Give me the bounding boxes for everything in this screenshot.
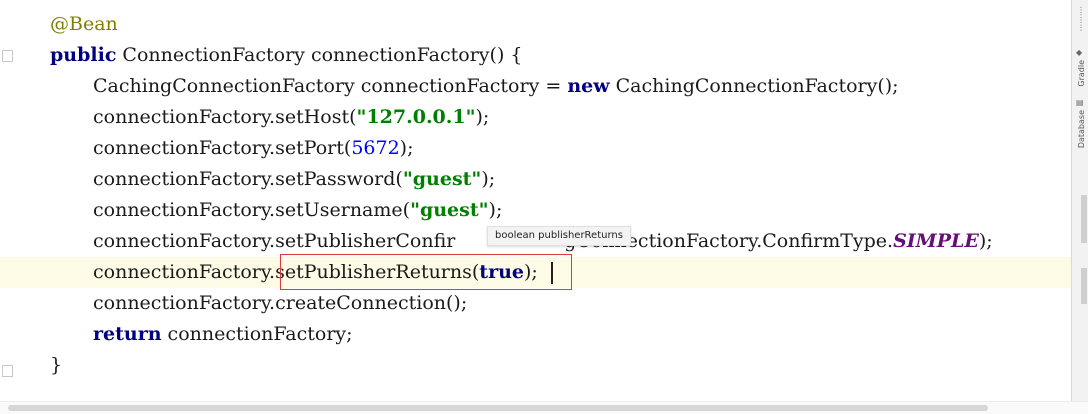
code-line[interactable]: public ConnectionFactory connectionFacto… bbox=[0, 40, 1072, 71]
code-token: connectionFactory.setPort( bbox=[93, 137, 352, 159]
fold-marker-icon[interactable] bbox=[2, 50, 13, 62]
code-line[interactable]: connectionFactory.setPort(5672); bbox=[0, 133, 1072, 164]
code-token: connectionFactory.setUsername( bbox=[93, 199, 411, 221]
text-caret bbox=[551, 262, 553, 284]
code-text: connectionFactory.setUsername("guest"); bbox=[93, 195, 502, 226]
parameter-hint-tooltip: boolean publisherReturns bbox=[487, 226, 631, 246]
code-token: "127.0.0.1" bbox=[356, 106, 476, 128]
code-text: public ConnectionFactory connectionFacto… bbox=[50, 40, 522, 71]
code-token: CachingConnectionFactory connectionFacto… bbox=[93, 75, 568, 97]
code-line[interactable]: CachingConnectionFactory connectionFacto… bbox=[0, 71, 1072, 102]
code-line[interactable]: connectionFactory.setUsername("guest"); bbox=[0, 195, 1072, 226]
code-text: connectionFactory.setPort(5672); bbox=[93, 133, 414, 164]
code-text: return connectionFactory; bbox=[93, 319, 353, 350]
code-token: public bbox=[50, 44, 117, 66]
code-line[interactable]: @Bean bbox=[0, 9, 1072, 40]
code-line[interactable]: return connectionFactory; bbox=[0, 319, 1072, 350]
code-token: connectionFactory; bbox=[161, 323, 353, 345]
tab-gradle[interactable]: Gradle bbox=[1077, 60, 1086, 87]
code-text: connectionFactory.setHost("127.0.0.1"); bbox=[93, 102, 489, 133]
code-token: connectionFactory.setPublisherConfir bbox=[93, 230, 456, 252]
code-token: connectionFactory.setPassword( bbox=[93, 168, 403, 190]
code-token: connectionFactory.createConnection(); bbox=[93, 292, 468, 314]
code-token: return bbox=[93, 323, 162, 345]
code-line[interactable]: connectionFactory.setPassword("guest"); bbox=[0, 164, 1072, 195]
tab-database[interactable]: Database bbox=[1077, 110, 1086, 148]
code-token: SIMPLE bbox=[893, 230, 979, 252]
highlight-box bbox=[280, 254, 572, 290]
code-token: connectionFactory. bbox=[93, 261, 276, 283]
code-token: 5672 bbox=[351, 137, 400, 159]
code-token: new bbox=[567, 75, 610, 97]
code-text: connectionFactory.createConnection(); bbox=[93, 288, 467, 319]
code-token: } bbox=[50, 354, 63, 376]
code-token: @Bean bbox=[50, 13, 118, 35]
code-token: "guest" bbox=[410, 199, 489, 221]
maven-tab[interactable]: ·········· bbox=[1077, 6, 1086, 31]
gradle-icon[interactable]: ◆ bbox=[1076, 48, 1084, 57]
code-token: ); bbox=[399, 137, 414, 159]
code-line[interactable]: connectionFactory.setHost("127.0.0.1"); bbox=[0, 102, 1072, 133]
right-tool-strip: ·········· ◆ Gradle ▤ Database bbox=[1071, 0, 1088, 413]
code-text: } bbox=[50, 350, 62, 381]
code-token: ); bbox=[475, 106, 490, 128]
code-token: ); bbox=[481, 168, 496, 190]
code-text: @Bean bbox=[50, 9, 118, 40]
code-line[interactable]: connectionFactory.createConnection(); bbox=[0, 288, 1072, 319]
code-token: "guest" bbox=[402, 168, 482, 190]
scroll-marker[interactable] bbox=[1081, 268, 1087, 304]
code-token: ); bbox=[978, 230, 993, 252]
code-line[interactable]: } bbox=[0, 350, 1072, 381]
horizontal-scrollbar[interactable] bbox=[0, 401, 1088, 414]
code-token: CachingConnectionFactory(); bbox=[609, 75, 899, 97]
fold-marker-icon[interactable] bbox=[2, 365, 13, 377]
code-token: connectionFactory.setHost( bbox=[93, 106, 357, 128]
code-token: ConnectionFactory connectionFactory() { bbox=[116, 44, 523, 66]
code-token: ); bbox=[488, 199, 503, 221]
scroll-marker[interactable] bbox=[1081, 195, 1087, 243]
database-icon[interactable]: ▤ bbox=[1076, 98, 1084, 107]
scrollbar-thumb[interactable] bbox=[8, 405, 988, 411]
code-editor[interactable]: @Bean public ConnectionFactory connection… bbox=[0, 0, 1072, 401]
code-text: CachingConnectionFactory connectionFacto… bbox=[93, 71, 899, 102]
code-text: connectionFactory.setPassword("guest"); bbox=[93, 164, 495, 195]
